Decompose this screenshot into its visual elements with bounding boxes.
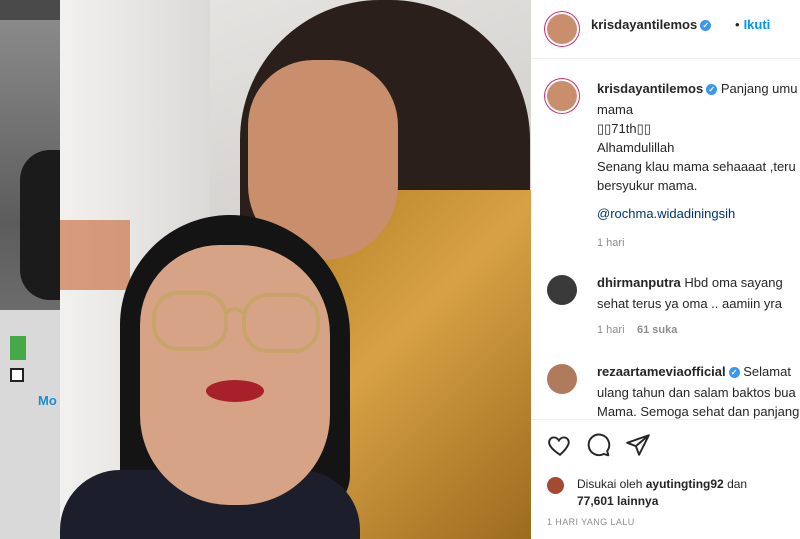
- comment-author[interactable]: dhirmanputra Hbd oma sayang: [597, 275, 783, 290]
- background-post-partial: Mo: [0, 0, 60, 539]
- likes-prefix: Disukai oleh: [577, 477, 643, 491]
- comment-like-count[interactable]: 61 suka: [637, 324, 677, 336]
- likes-count[interactable]: 77,601 lainnya: [577, 494, 658, 508]
- comments-scroll-area[interactable]: krisdayantilemos ✓ Panjang umu mama ▯▯71t…: [531, 59, 800, 419]
- follow-button[interactable]: • Ikuti: [735, 17, 770, 32]
- author-username-text[interactable]: krisdayantilemos: [591, 17, 697, 32]
- caption-line-6: bersyukur mama.: [597, 178, 698, 193]
- share-icon[interactable]: [625, 432, 651, 458]
- caption-mention-link[interactable]: @rochma.widadiningsih: [597, 204, 735, 223]
- post-date[interactable]: 1 HARI YANG LALU: [547, 517, 635, 527]
- caption-timestamp[interactable]: 1 hari: [597, 237, 625, 249]
- background-square-icon: [10, 368, 24, 382]
- comment-avatar[interactable]: [547, 275, 577, 305]
- caption-line-5: Senang klau mama sehaaaat ,teru: [597, 159, 796, 174]
- comment-text-line-3: Mama. Semoga sehat dan panjang: [597, 404, 800, 419]
- comment-username[interactable]: dhirmanputra: [597, 275, 681, 290]
- comment-text-line-1: Selamat: [743, 364, 791, 379]
- comment-username[interactable]: rezaartameviaofficial: [597, 364, 726, 379]
- caption-line-4: Alhamdulillah: [597, 140, 675, 155]
- comment-timestamp[interactable]: 1 hari: [597, 324, 625, 336]
- caption-username[interactable]: krisdayantilemos: [597, 81, 703, 96]
- likes-joiner: dan: [727, 477, 748, 491]
- photo-glasses: [152, 291, 320, 353]
- author-username[interactable]: krisdayantilemos ✓: [591, 17, 712, 32]
- background-card: [0, 310, 60, 539]
- caption-line-3: ▯▯71th▯▯: [597, 121, 651, 136]
- author-avatar[interactable]: [547, 14, 577, 44]
- comment-avatar[interactable]: [547, 364, 577, 394]
- background-green-block: [10, 336, 26, 360]
- verified-badge-icon: ✓: [706, 84, 718, 95]
- verified-badge-icon: ✓: [700, 20, 712, 31]
- background-text: Mo: [38, 393, 57, 408]
- caption-line-1: Panjang umu: [720, 81, 798, 96]
- comment-icon[interactable]: [585, 432, 611, 458]
- separator-dot: •: [735, 17, 740, 32]
- post-side-panel: krisdayantilemos ✓ • Ikuti krisdayantilemo…: [531, 0, 800, 539]
- post-photo[interactable]: [60, 0, 531, 539]
- photo-curtain: [60, 220, 130, 290]
- caption-author-avatar[interactable]: [547, 81, 577, 111]
- follow-label[interactable]: Ikuti: [744, 17, 771, 32]
- caption-line-2: mama: [597, 102, 634, 117]
- likes-summary[interactable]: Disukai oleh ayutingting92 dan 77,601 la…: [577, 476, 747, 510]
- caption-author[interactable]: krisdayantilemos ✓ Panjang umu: [597, 81, 797, 96]
- post-header: krisdayantilemos ✓ • Ikuti: [531, 0, 800, 59]
- likes-user[interactable]: ayutingting92: [646, 477, 724, 491]
- comment-text-line-2: ulang tahun dan salam baktos bua: [597, 385, 796, 400]
- post-actions: Disukai oleh ayutingting92 dan 77,601 la…: [531, 419, 800, 539]
- comment-text-line-1: Hbd oma sayang: [684, 275, 783, 290]
- comment-author[interactable]: rezaartameviaofficial ✓ Selamat: [597, 364, 791, 379]
- background-photo-figure: [20, 150, 60, 300]
- photo-mother-face: [140, 245, 330, 505]
- verified-badge-icon: ✓: [728, 367, 740, 378]
- heart-icon[interactable]: [547, 432, 573, 458]
- photo-lips: [206, 380, 264, 402]
- comment-text-line-2: sehat terus ya oma .. aamiin yra: [597, 296, 782, 311]
- liker-avatar[interactable]: [547, 477, 564, 494]
